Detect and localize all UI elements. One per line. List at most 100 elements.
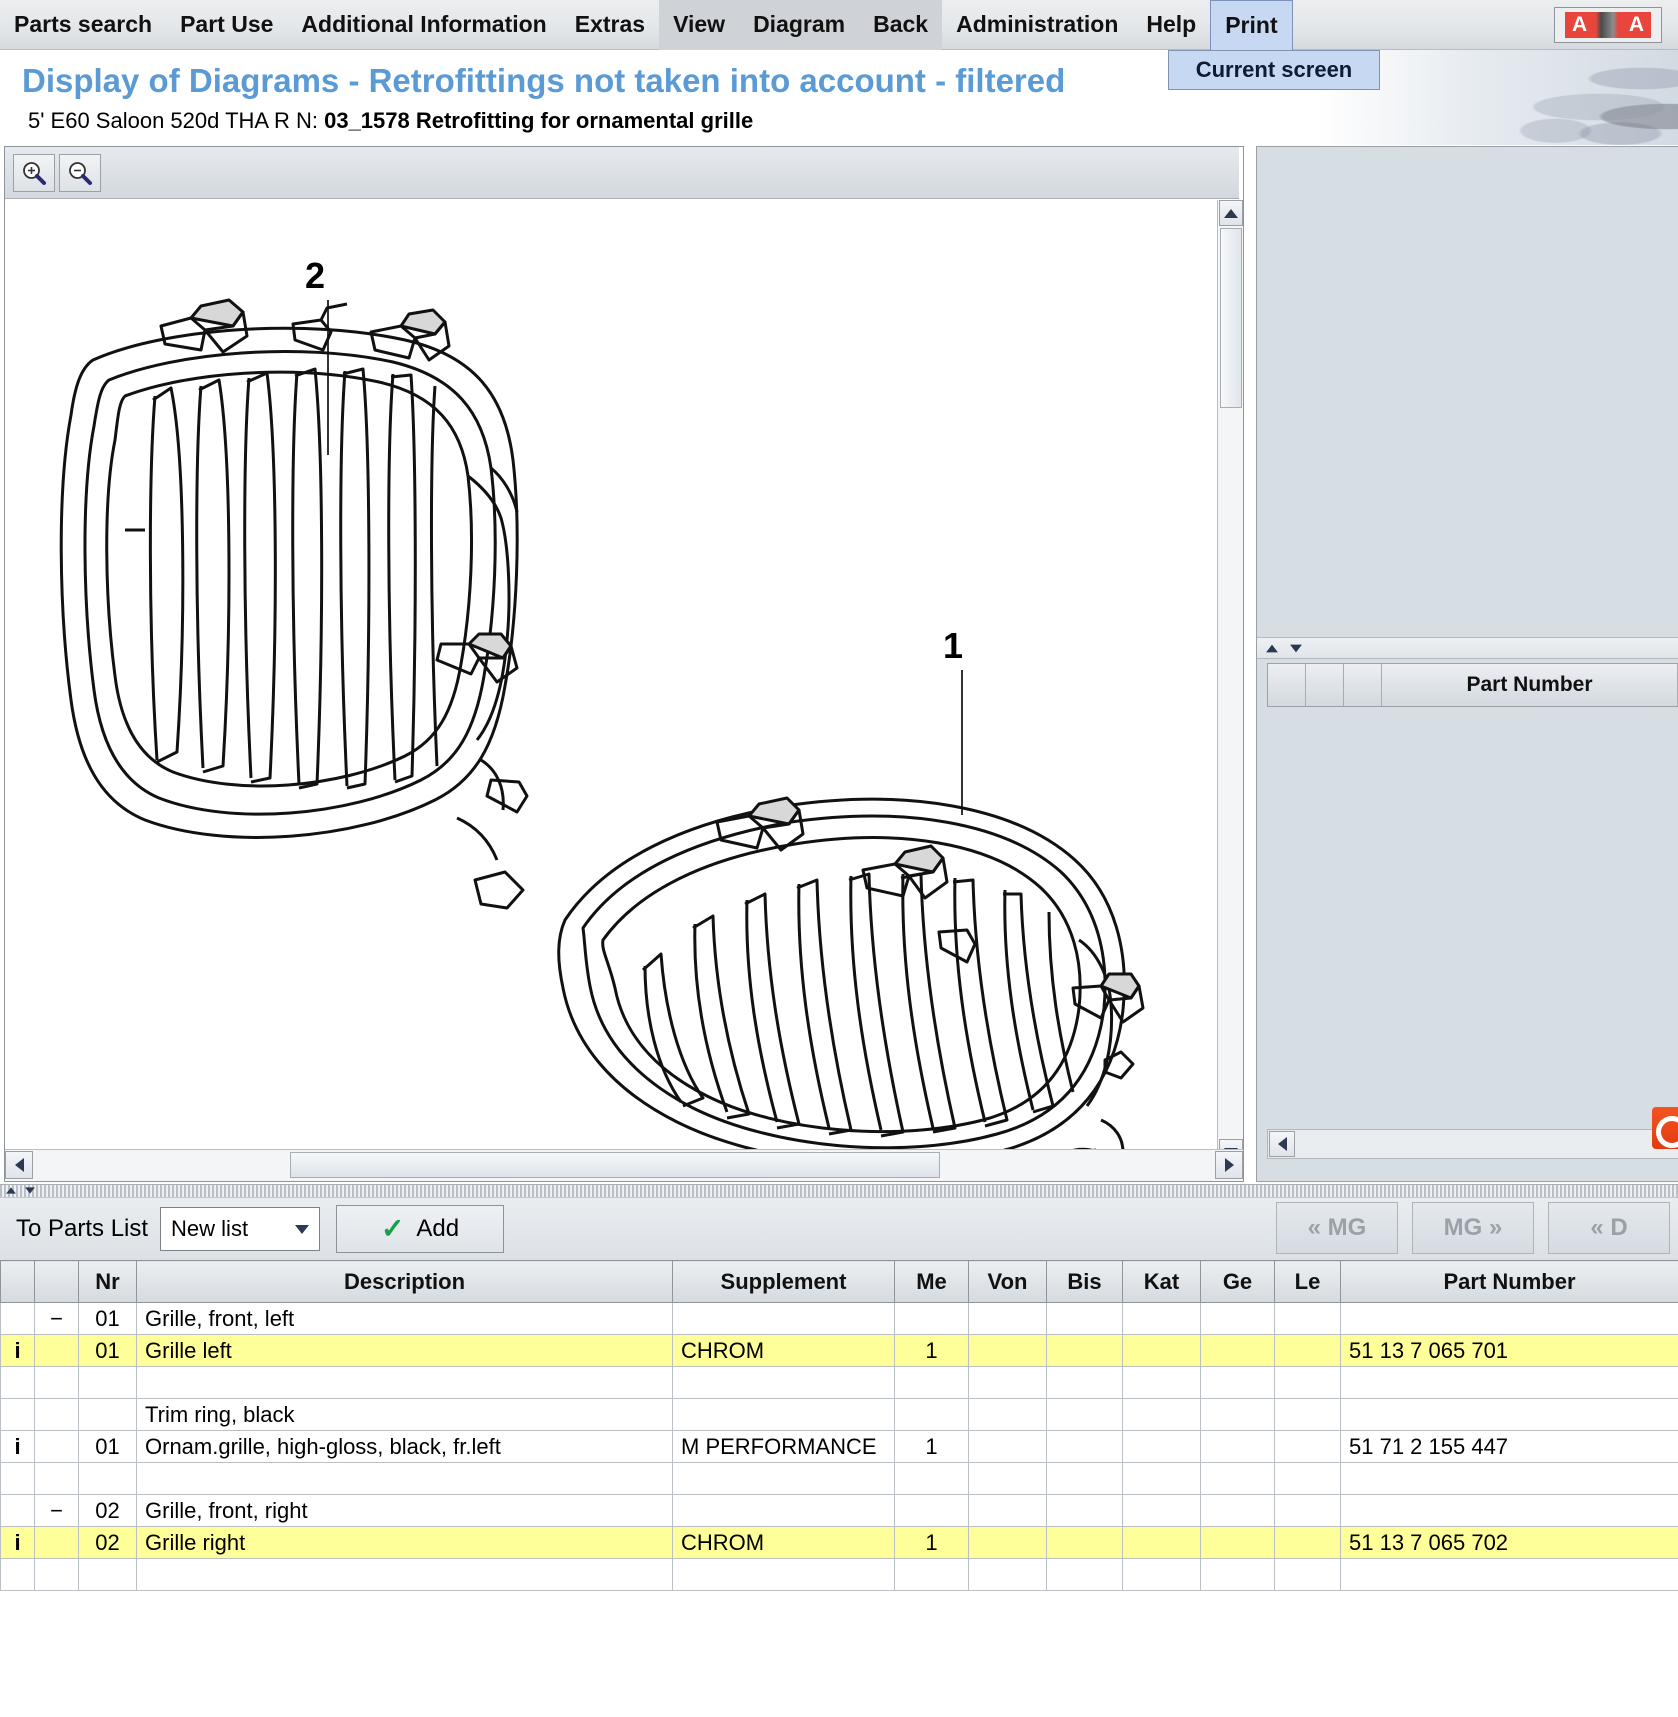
cell-me (894, 1558, 969, 1591)
scroll-left-icon[interactable] (5, 1151, 33, 1179)
table-row[interactable]: −01 Grille, front, left (0, 1302, 1678, 1335)
splitter-down-icon[interactable] (25, 1187, 35, 1194)
cell-kat (1122, 1462, 1201, 1495)
menu-item-view[interactable]: View (659, 0, 740, 50)
stopper-icon[interactable] (1652, 1107, 1678, 1149)
cell-ge (1200, 1302, 1275, 1335)
cell-description: Grille, front, left (136, 1302, 673, 1335)
splitter-handles[interactable] (4, 1186, 37, 1195)
parts-list-select[interactable]: New list (160, 1207, 321, 1251)
col-ge[interactable]: Ge (1200, 1260, 1275, 1303)
col-le[interactable]: Le (1274, 1260, 1341, 1303)
cell-info: i (0, 1526, 35, 1559)
cell-description: Ornam.grille, high-gloss, black, fr.left (136, 1430, 673, 1463)
cell-kat (1122, 1334, 1201, 1367)
diagram-vertical-scrollbar[interactable] (1217, 200, 1243, 1165)
add-button-label: Add (416, 1215, 460, 1242)
cell-le (1274, 1494, 1341, 1527)
col-supplement[interactable]: Supplement (672, 1260, 895, 1303)
grille-illustration-right (557, 796, 1145, 1165)
print-menu-item-current-screen[interactable]: Current screen (1196, 57, 1353, 83)
cell-expand: − (34, 1494, 79, 1527)
col-kat[interactable]: Kat (1122, 1260, 1201, 1303)
splitter-collapse-down-icon[interactable] (1290, 644, 1302, 652)
col-nr[interactable]: Nr (78, 1260, 137, 1303)
cell-bis (1046, 1302, 1123, 1335)
menu-item-back[interactable]: Back (859, 0, 943, 50)
cell-info: i (0, 1334, 35, 1367)
cell-me: 1 (894, 1526, 969, 1559)
cell-supplement (672, 1366, 895, 1399)
col-me[interactable]: Me (894, 1260, 969, 1303)
table-row[interactable]: i 02 Grille right CHROM 1 51 13 7 065 702 (0, 1526, 1678, 1559)
table-row[interactable]: i 01 Ornam.grille, high-gloss, black, fr.l… (0, 1430, 1678, 1463)
add-button[interactable]: ✓ Add (336, 1205, 505, 1253)
table-row[interactable] (0, 1462, 1678, 1495)
cell-kat (1122, 1398, 1201, 1431)
menu-item-parts-search[interactable]: Parts search (0, 0, 166, 50)
rp-col-0[interactable] (1268, 664, 1306, 706)
col-von[interactable]: Von (968, 1260, 1047, 1303)
scroll-up-icon[interactable] (1219, 200, 1243, 226)
cell-nr: 01 (78, 1302, 137, 1335)
cell-expand (34, 1526, 79, 1559)
cell-le (1274, 1334, 1341, 1367)
cell-me (894, 1462, 969, 1495)
diagram-horizontal-scrollbar[interactable] (5, 1149, 1243, 1181)
scroll-right-icon[interactable] (1215, 1151, 1243, 1179)
cell-me: 1 (894, 1430, 969, 1463)
rp-scroll-left-icon[interactable] (1269, 1131, 1295, 1157)
table-row[interactable] (0, 1366, 1678, 1399)
cell-kat (1122, 1494, 1201, 1527)
table-row[interactable]: i 01 Grille left CHROM 1 51 13 7 065 701 (0, 1334, 1678, 1367)
main-splitter[interactable] (0, 1184, 1678, 1198)
table-row[interactable]: Trim ring, black (0, 1398, 1678, 1431)
diagram-canvas[interactable]: 2 1 (5, 200, 1217, 1165)
col-expand[interactable] (34, 1260, 79, 1303)
cell-nr: 01 (78, 1430, 137, 1463)
splitter-collapse-up-icon[interactable] (1266, 644, 1278, 652)
col-part-number[interactable]: Part Number (1340, 1260, 1678, 1303)
cell-le (1274, 1302, 1341, 1335)
print-menu-dropdown[interactable]: Current screen (1168, 50, 1380, 90)
rp-col-1[interactable] (1306, 664, 1344, 706)
right-panel-preview-area[interactable] (1257, 147, 1678, 637)
cell-nr: 02 (78, 1494, 137, 1527)
mg-prev-button[interactable]: « MG (1276, 1202, 1398, 1254)
menu-item-additional-information[interactable]: Additional Information (287, 0, 560, 50)
cell-von (968, 1430, 1047, 1463)
menu-item-extras[interactable]: Extras (561, 0, 659, 50)
col-description[interactable]: Description (136, 1260, 673, 1303)
cell-description: Grille left (136, 1334, 673, 1367)
mg-next-button[interactable]: MG » (1412, 1202, 1534, 1254)
menu-item-print[interactable]: Print (1210, 0, 1293, 50)
zoom-in-icon[interactable] (13, 153, 55, 192)
rp-col-part-number[interactable]: Part Number (1382, 664, 1678, 706)
menu-item-diagram[interactable]: Diagram (739, 0, 860, 50)
parts-list-select-value: New list (171, 1216, 249, 1241)
table-row[interactable]: −02 Grille, front, right (0, 1494, 1678, 1527)
cell-part-number: 51 13 7 065 701 (1340, 1334, 1678, 1367)
right-panel-horizontal-scrollbar[interactable] (1267, 1129, 1678, 1159)
menu-item-part-use[interactable]: Part Use (166, 0, 287, 50)
d-prev-button[interactable]: « D (1548, 1202, 1670, 1254)
right-panel-splitter[interactable] (1257, 637, 1678, 659)
cell-description (136, 1558, 673, 1591)
zoom-out-icon[interactable] (59, 153, 101, 192)
menu-item-help[interactable]: Help (1132, 0, 1210, 50)
cell-me (894, 1494, 969, 1527)
menu-item-administration[interactable]: Administration (942, 0, 1132, 50)
table-row[interactable] (0, 1558, 1678, 1591)
diagram-vscroll-thumb[interactable] (1220, 228, 1242, 408)
cell-nr (78, 1558, 137, 1591)
cell-expand (34, 1334, 79, 1367)
col-bis[interactable]: Bis (1046, 1260, 1123, 1303)
cell-von (968, 1398, 1047, 1431)
col-info[interactable] (0, 1260, 35, 1303)
rp-col-2[interactable] (1344, 664, 1382, 706)
cell-supplement: CHROM (672, 1334, 895, 1367)
cell-le (1274, 1398, 1341, 1431)
cell-von (968, 1462, 1047, 1495)
diagram-hscroll-thumb[interactable] (290, 1152, 940, 1178)
splitter-up-icon[interactable] (6, 1187, 16, 1194)
